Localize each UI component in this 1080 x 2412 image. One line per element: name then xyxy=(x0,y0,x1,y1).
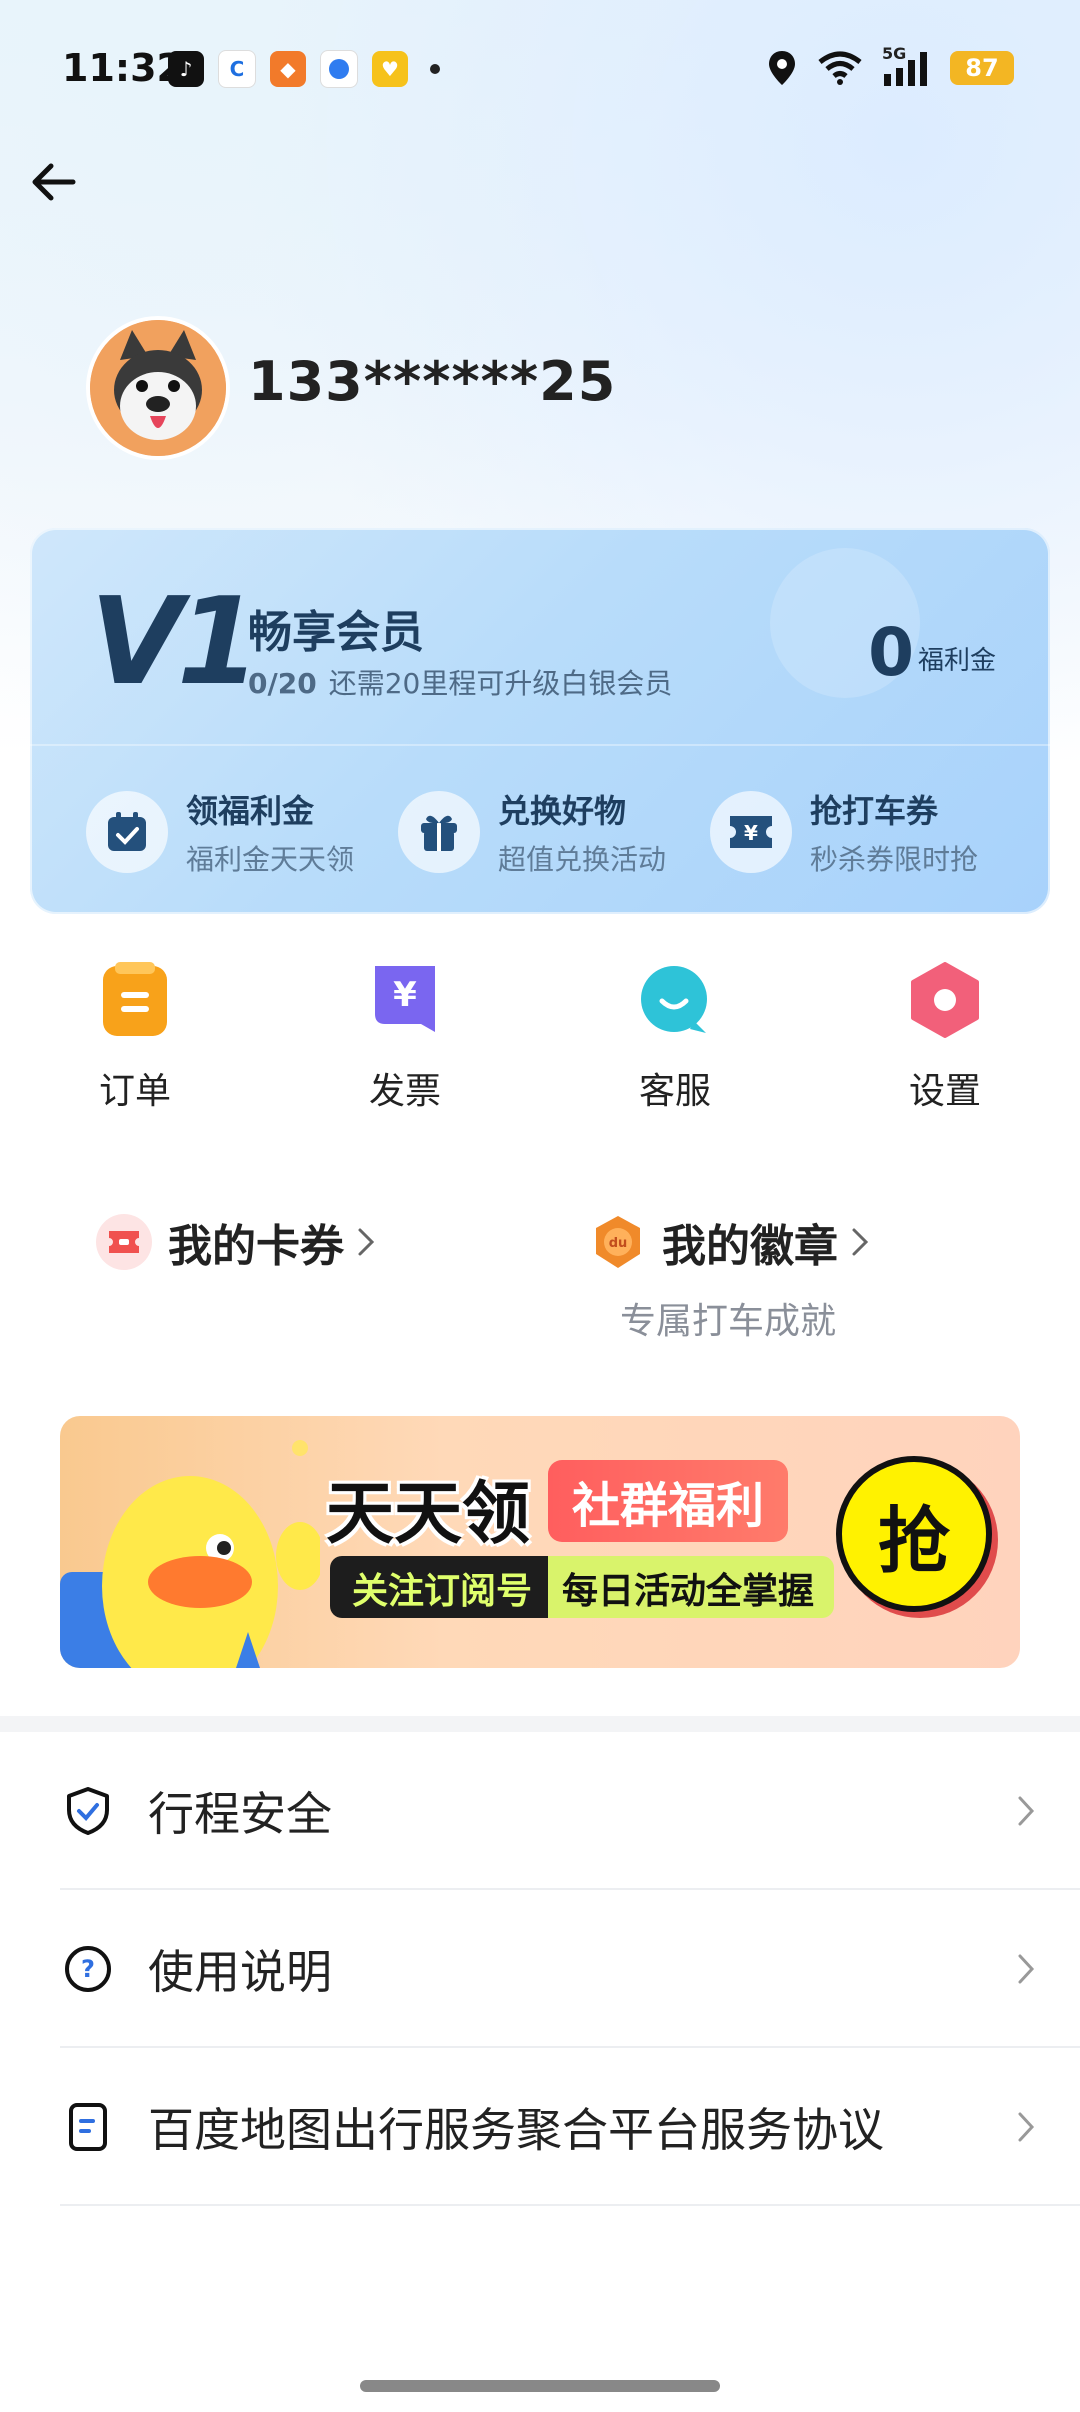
chevron-right-icon xyxy=(852,1228,869,1256)
chevron-right-icon xyxy=(1018,2112,1035,2142)
back-arrow-icon xyxy=(32,163,76,201)
husky-avatar-icon xyxy=(90,320,226,456)
redeem-goods-sub: 超值兑换活动 xyxy=(498,843,667,876)
status-bar: 11:32 ♪ C ◆ ♥ 5G 87 xyxy=(0,0,1080,140)
list-item-trip-safety[interactable]: 行程安全 xyxy=(0,1732,1080,1890)
notification-icons: ♪ C ◆ ♥ xyxy=(168,50,440,88)
battery-indicator: 87 xyxy=(950,51,1014,85)
du-badge-icon: du xyxy=(590,1214,646,1270)
promo-banner[interactable]: 天天领 社群福利 关注订阅号 每日活动全掌握 抢 xyxy=(60,1416,1020,1668)
my-badges-entry[interactable]: du 我的徽章 专属打车成就 xyxy=(590,1210,870,1344)
trip-safety-label: 行程安全 xyxy=(148,1787,332,1841)
member-title: 畅享会员 xyxy=(248,607,424,658)
list-item-instructions[interactable]: ? 使用说明 xyxy=(0,1890,1080,2048)
member-progress: 0/20 还需20里程可升级白银会员 xyxy=(248,662,672,702)
grab-coupon-sub: 秒杀券限时抢 xyxy=(810,843,979,876)
signal-icon xyxy=(884,52,927,86)
quick-label-service: 客服 xyxy=(638,1071,711,1112)
avatar[interactable] xyxy=(86,316,230,460)
progress-text: 还需20里程可升级白银会员 xyxy=(328,667,673,700)
claim-welfare-title: 领福利金 xyxy=(186,792,315,830)
service-agreement-label: 百度地图出行服务聚合平台服务协议 xyxy=(148,2103,884,2157)
banner-strip: 关注订阅号 每日活动全掌握 xyxy=(330,1556,835,1618)
card-divider xyxy=(30,744,1050,746)
my-coupons-entry[interactable]: 我的卡券 xyxy=(96,1210,376,1274)
svg-text:?: ? xyxy=(81,1955,95,1983)
quick-item-service[interactable]: 客服 xyxy=(540,960,810,1114)
banner-strip-right: 每日活动全掌握 xyxy=(548,1556,835,1618)
redeem-goods-title: 兑换好物 xyxy=(498,792,627,830)
entries-card: 我的卡券 du 我的徽章 专属打车成就 xyxy=(30,1156,1050,1386)
my-coupons-title: 我的卡券 xyxy=(168,1221,344,1272)
section-gap xyxy=(0,1716,1080,1732)
invoice-icon: ¥ xyxy=(365,960,445,1040)
fox-app-icon: ◆ xyxy=(270,51,306,87)
quick-label-settings: 设置 xyxy=(908,1071,981,1112)
yellow-app-icon: ♥ xyxy=(372,51,408,87)
c-app-icon: C xyxy=(218,50,256,88)
username: 133******25 xyxy=(248,350,617,413)
duck-mascot-icon xyxy=(60,1440,320,1668)
help-question-icon: ? xyxy=(60,1941,116,1997)
more-notifications-dot xyxy=(430,64,440,74)
order-icon xyxy=(95,960,175,1040)
card-actions: 领福利金 福利金天天领 兑换好物 超值兑换活动 ¥ 抢打车券 秒杀券限时抢 xyxy=(86,786,1026,878)
chevron-right-icon xyxy=(1018,1954,1035,1984)
member-card[interactable]: V1 畅享会员 0/20 还需20里程可升级白银会员 0 福利金 领福利金 福利金… xyxy=(30,528,1050,914)
instructions-label: 使用说明 xyxy=(148,1945,332,1999)
grab-coupon-action[interactable]: ¥ 抢打车券 秒杀券限时抢 xyxy=(710,786,1022,878)
settings-list: 行程安全 ? 使用说明 百度地图出行服务聚合平台服务协议 xyxy=(0,1732,1080,2206)
claim-welfare-action[interactable]: 领福利金 福利金天天领 xyxy=(86,786,398,878)
member-level: V1 xyxy=(90,573,260,712)
ticket-icon: ¥ xyxy=(710,791,792,873)
shield-check-icon xyxy=(60,1783,116,1839)
svg-text:du: du xyxy=(609,1236,628,1251)
svg-text:¥: ¥ xyxy=(744,821,758,845)
progress-value: 0/20 xyxy=(248,667,317,700)
claim-welfare-sub: 福利金天天领 xyxy=(186,843,355,876)
settings-gear-icon xyxy=(905,960,985,1040)
welfare-coin-label: 福利金 xyxy=(917,646,996,676)
quick-item-invoice[interactable]: ¥ 发票 xyxy=(270,960,540,1114)
wifi-icon xyxy=(818,51,862,85)
calendar-check-icon xyxy=(86,791,168,873)
home-indicator[interactable] xyxy=(360,2380,720,2392)
back-button[interactable] xyxy=(22,150,86,214)
welfare-coin-amount: 0 xyxy=(868,614,914,691)
chevron-right-icon xyxy=(358,1228,375,1256)
quick-label-orders: 订单 xyxy=(98,1071,171,1112)
list-item-service-agreement[interactable]: 百度地图出行服务聚合平台服务协议 xyxy=(0,2048,1080,2206)
quick-item-orders[interactable]: 订单 xyxy=(0,960,270,1114)
coupon-icon xyxy=(96,1214,152,1270)
location-icon xyxy=(769,51,795,85)
my-badges-sub: 专属打车成就 xyxy=(620,1301,837,1342)
signal-indicator: 5G xyxy=(882,44,932,88)
redeem-goods-action[interactable]: 兑换好物 超值兑换活动 xyxy=(398,786,710,878)
system-icons: 5G 87 xyxy=(766,44,1014,88)
banner-strip-left: 关注订阅号 xyxy=(330,1556,549,1618)
quick-item-settings[interactable]: 设置 xyxy=(810,960,1080,1114)
status-time: 11:32 xyxy=(62,46,183,90)
document-icon xyxy=(60,2099,116,2155)
customer-service-icon xyxy=(635,960,715,1040)
tiktok-icon: ♪ xyxy=(168,51,204,87)
grab-button[interactable]: 抢 xyxy=(836,1456,992,1612)
quick-menu: 订单 ¥ 发票 客服 设置 xyxy=(0,960,1080,1114)
chevron-right-icon xyxy=(1018,1796,1035,1826)
quick-label-invoice: 发票 xyxy=(368,1071,441,1112)
banner-title: 天天领 xyxy=(326,1475,531,1554)
banner-tag: 社群福利 xyxy=(548,1460,789,1542)
my-badges-title: 我的徽章 xyxy=(662,1221,838,1272)
svg-text:¥: ¥ xyxy=(393,975,417,1015)
blue-app-icon xyxy=(320,50,358,88)
grab-coupon-title: 抢打车券 xyxy=(810,792,939,830)
gift-box-icon xyxy=(398,791,480,873)
